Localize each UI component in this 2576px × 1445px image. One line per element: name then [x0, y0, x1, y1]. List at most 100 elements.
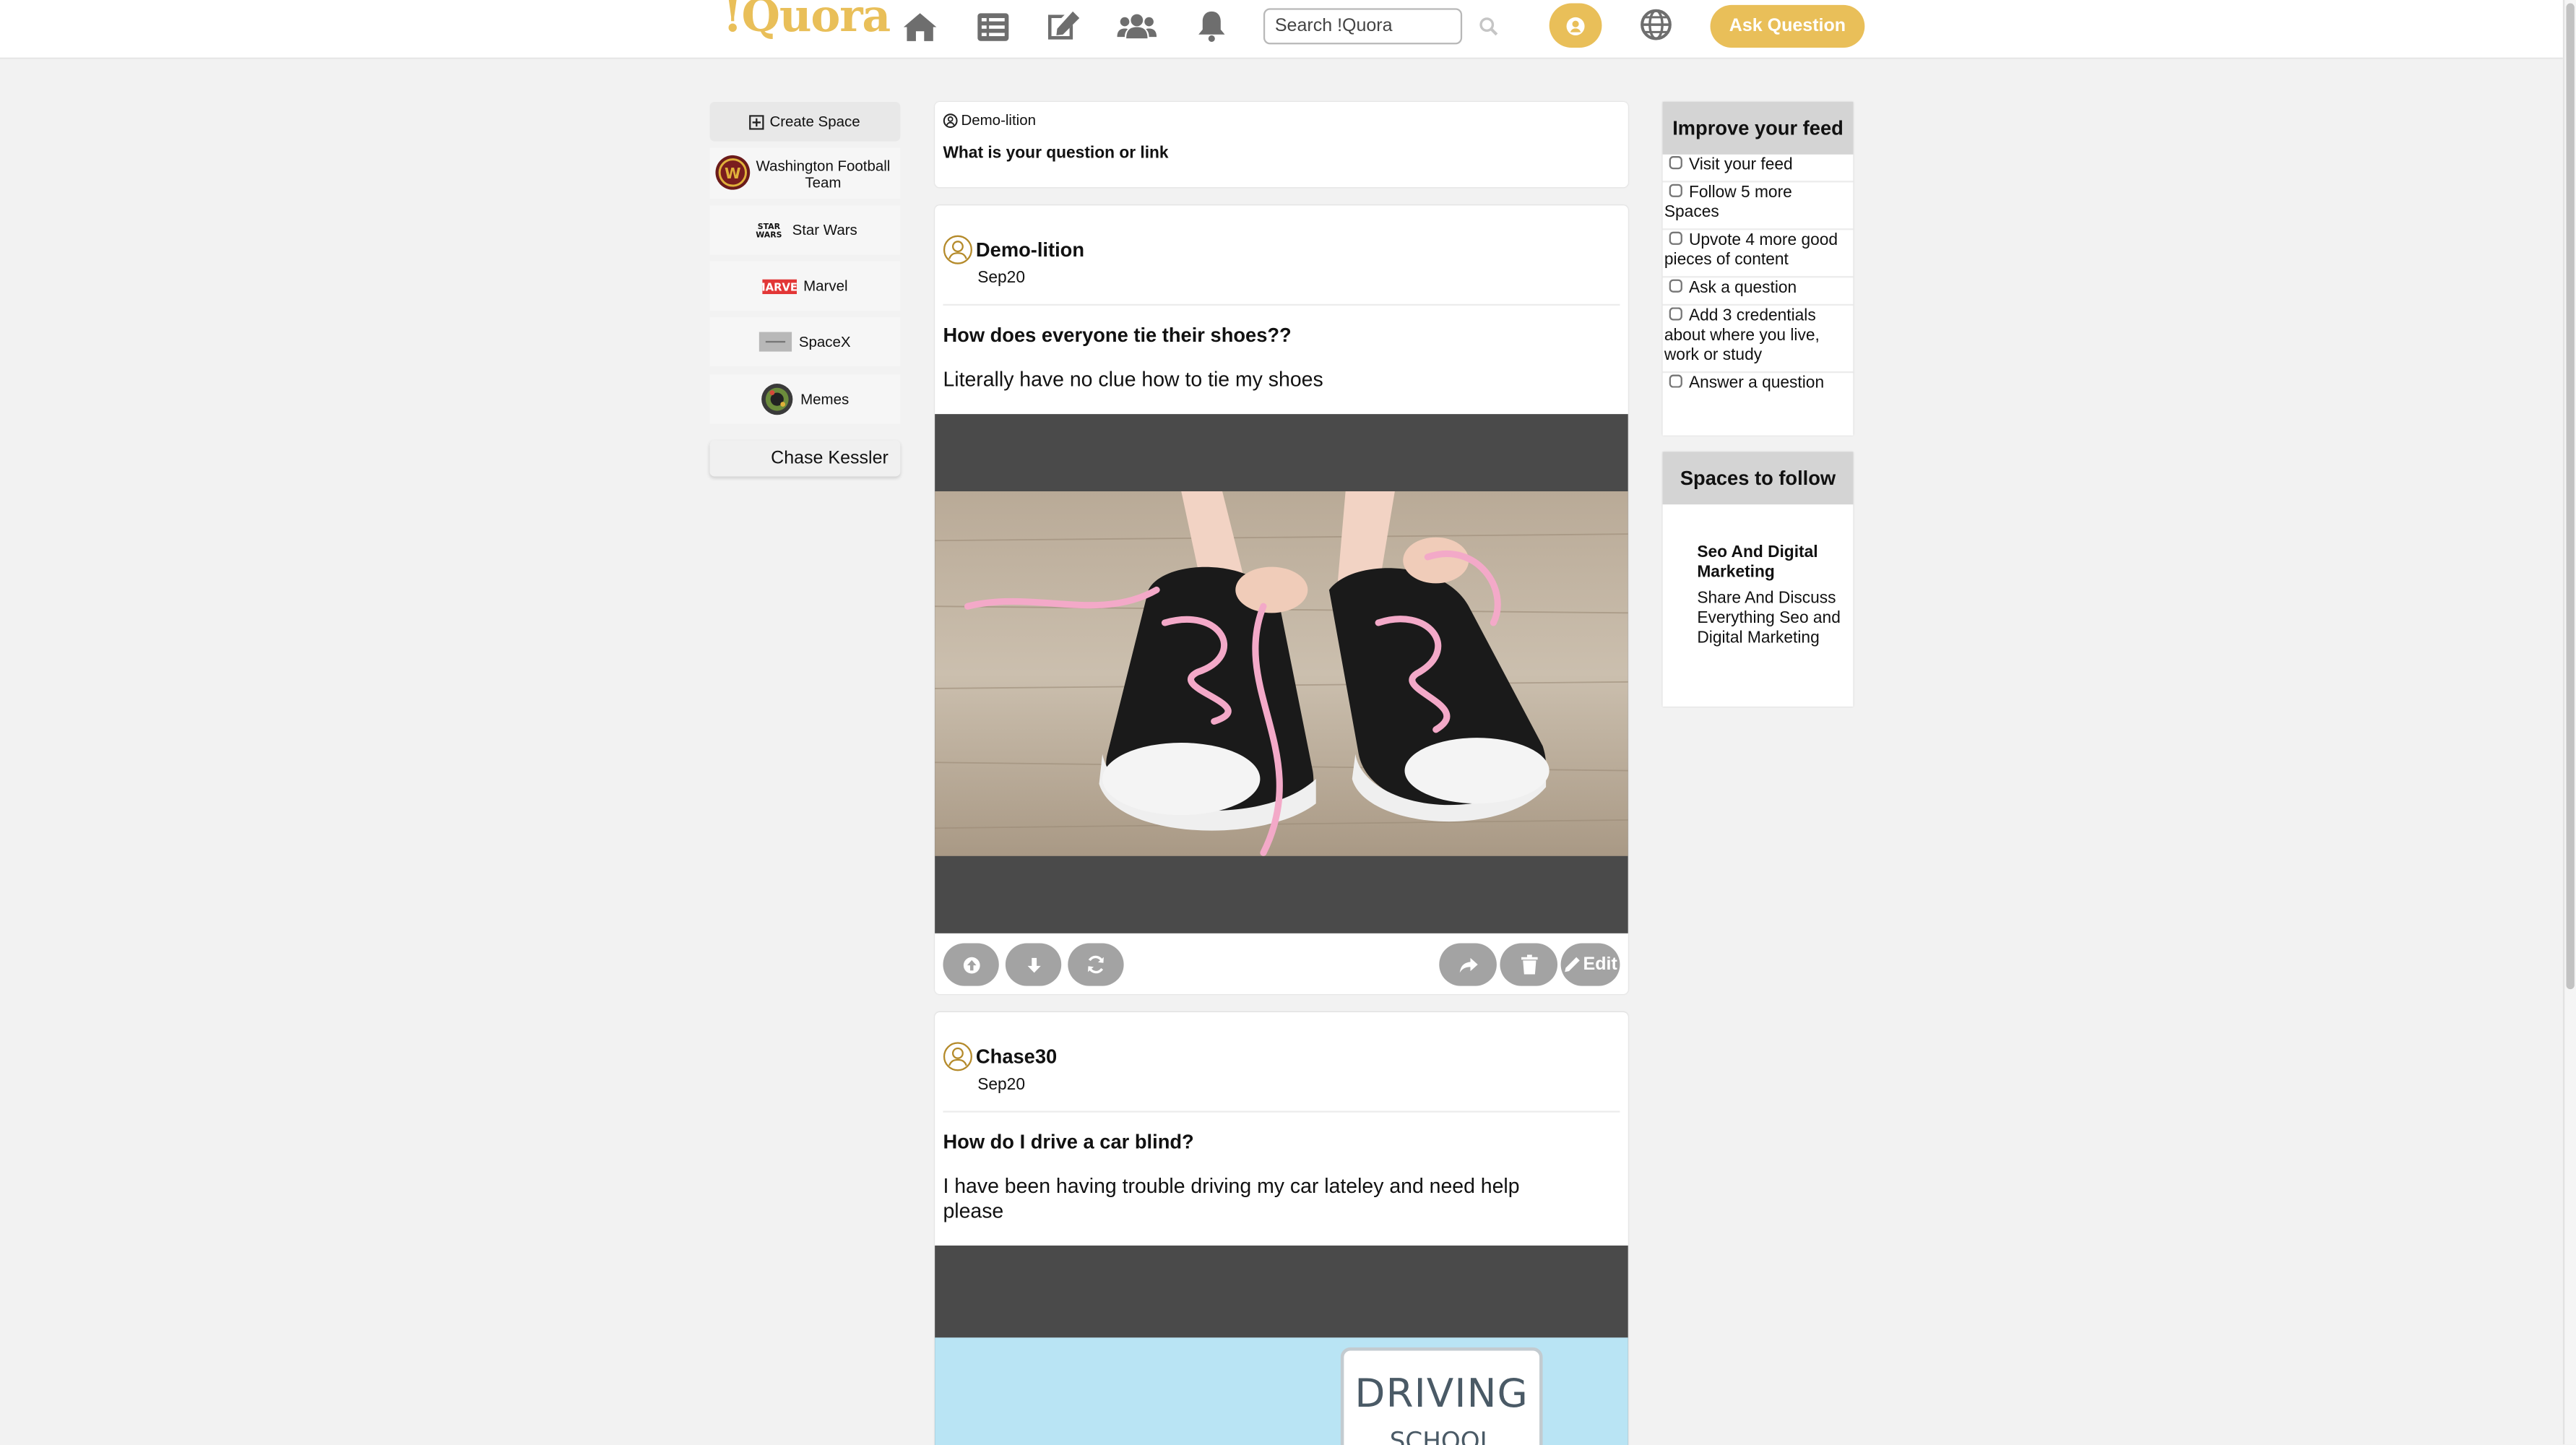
refresh-button[interactable]: [1068, 943, 1124, 986]
feed-task-item[interactable]: Follow 5 more Spaces: [1662, 182, 1854, 230]
spaces-to-follow-panel: Spaces to follow Seo And Digital Marketi…: [1662, 452, 1854, 707]
sidebar-item-label: SpaceX: [798, 333, 851, 350]
sidebar-item-star-wars[interactable]: STAR WARS Star Wars: [709, 205, 901, 255]
feed-task-checkbox[interactable]: [1669, 231, 1682, 245]
sneakers-photo: [935, 491, 1628, 856]
ask-box-username: Demo-lition: [961, 111, 1036, 129]
svg-text:WARS: WARS: [756, 230, 782, 238]
post-author[interactable]: Demo-lition: [976, 238, 1084, 262]
post-body: Literally have no clue how to tie my sho…: [943, 368, 1323, 392]
scrollbar-thumb[interactable]: [2566, 3, 2575, 990]
driving-school-image: DRIVING SCHOOL: [935, 1337, 1628, 1445]
feed-task-checkbox[interactable]: [1669, 184, 1682, 197]
profile-avatar-button[interactable]: [1549, 3, 1602, 48]
suggested-space-name[interactable]: Seo And Digital Marketing: [1697, 544, 1845, 584]
feed-task-label: Ask a question: [1688, 279, 1797, 298]
refresh-icon: [1088, 955, 1104, 974]
memes-logo-icon: [761, 384, 793, 415]
bell-icon[interactable]: [1191, 10, 1231, 43]
post-card: Chase30 Sep20 How do I drive a car blind…: [935, 1012, 1628, 1445]
feed-task-item[interactable]: Ask a question: [1662, 277, 1854, 306]
feed-task-label: Visit your feed: [1688, 156, 1793, 175]
improve-feed-panel: Improve your feed Visit your feed Follow…: [1662, 102, 1854, 436]
post-question[interactable]: How do I drive a car blind?: [943, 1131, 1193, 1154]
post-question[interactable]: How does everyone tie their shoes??: [943, 324, 1291, 347]
feed-task-item[interactable]: Upvote 4 more good pieces of content: [1662, 230, 1854, 278]
sidebar-item-spacex[interactable]: SpaceX: [709, 316, 901, 367]
plus-square-icon: [750, 114, 765, 129]
feed-task-checkbox[interactable]: [1669, 156, 1682, 170]
sidebar-item-label: Marvel: [803, 277, 848, 295]
user-avatar-icon[interactable]: [943, 235, 972, 264]
arrow-up-circle-icon: [962, 956, 980, 973]
feed-task-label: Upvote 4 more good pieces of content: [1664, 231, 1838, 269]
user-circle-icon: [943, 113, 958, 127]
sidebar-user-name[interactable]: Chase Kessler: [709, 440, 901, 477]
sidebar-item-washington[interactable]: W Washington Football Team: [709, 147, 901, 199]
post-card: Demo-lition Sep20 How does everyone tie …: [935, 205, 1628, 994]
globe-icon[interactable]: [1640, 8, 1672, 40]
spacex-logo-icon: [759, 332, 792, 352]
star-wars-logo-icon: STARWARS: [752, 222, 786, 238]
ask-question-button[interactable]: Ask Question: [1710, 4, 1865, 48]
arrow-down-icon: [1026, 957, 1040, 972]
feed-task-item[interactable]: Answer a question: [1663, 373, 1854, 399]
delete-button[interactable]: [1500, 943, 1558, 986]
marvel-logo-icon: MARVEL: [762, 278, 797, 293]
suggested-space-description: Share And Discuss Everything Seo and Dig…: [1697, 590, 1841, 648]
improve-feed-title: Improve your feed: [1662, 102, 1854, 155]
edit-icon[interactable]: [1043, 10, 1083, 43]
feed-task-label: Add 3 credentials about where you live, …: [1664, 307, 1820, 365]
app-logo[interactable]: !Quora: [723, 0, 891, 43]
sidebar-item-marvel[interactable]: MARVEL Marvel: [709, 261, 901, 311]
post-manage-actions: Edit: [1439, 943, 1620, 986]
sidebar-item-memes[interactable]: Memes: [709, 374, 901, 424]
post-media: DRIVING SCHOOL: [935, 1245, 1628, 1445]
trash-icon: [1520, 954, 1537, 975]
spaces-to-follow-title: Spaces to follow: [1662, 452, 1854, 505]
feed-task-label: Follow 5 more Spaces: [1664, 184, 1792, 223]
user-avatar-icon[interactable]: [943, 1042, 972, 1071]
feed-task-item[interactable]: Add 3 credentials about where you live, …: [1662, 306, 1854, 374]
search-input[interactable]: [1263, 8, 1463, 45]
home-icon[interactable]: [900, 10, 940, 43]
post-author[interactable]: Chase30: [976, 1045, 1057, 1068]
pencil-icon: [1564, 957, 1579, 972]
post-actions: Edit: [943, 943, 1620, 986]
sidebar-item-label: Washington Football Team: [756, 157, 891, 190]
ask-box-user: Demo-lition: [943, 111, 1036, 129]
driving-school-sign: DRIVING SCHOOL: [1340, 1347, 1543, 1445]
downvote-button[interactable]: [1005, 943, 1062, 986]
feed-task-checkbox[interactable]: [1669, 307, 1682, 321]
washington-logo-icon: W: [715, 155, 751, 190]
user-circle-icon: [1566, 16, 1585, 35]
search-icon[interactable]: [1479, 14, 1500, 36]
feed-task-label: Answer a question: [1688, 374, 1825, 393]
users-icon[interactable]: [1117, 10, 1157, 43]
post-date: Sep20: [977, 1076, 1025, 1095]
feed-task-checkbox[interactable]: [1669, 374, 1682, 388]
top-navbar: !Quora Ask Question: [0, 0, 2563, 59]
post-date: Sep20: [977, 269, 1025, 288]
vote-actions: [943, 943, 1124, 986]
post-header: Demo-lition: [943, 235, 1084, 264]
edit-button[interactable]: Edit: [1560, 943, 1620, 986]
post-body: I have been having trouble driving my ca…: [943, 1175, 1520, 1223]
share-button[interactable]: [1439, 943, 1497, 986]
ask-box-prompt[interactable]: What is your question or link: [943, 144, 1168, 163]
sign-text-school: SCHOOL: [1389, 1426, 1494, 1445]
page-scrollbar[interactable]: [2562, 0, 2576, 1445]
share-icon: [1458, 957, 1477, 972]
post-divider: [943, 1110, 1620, 1113]
ask-question-card[interactable]: Demo-lition What is your question or lin…: [935, 102, 1628, 188]
create-space-label: Create Space: [769, 113, 860, 130]
list-icon[interactable]: [972, 10, 1012, 43]
create-space-button[interactable]: Create Space: [709, 102, 901, 142]
post-divider: [943, 303, 1620, 306]
feed-task-checkbox[interactable]: [1669, 279, 1682, 293]
upvote-button[interactable]: [943, 943, 999, 986]
sidebar-item-label: Memes: [800, 391, 850, 408]
sidebar-item-label: Star Wars: [792, 222, 857, 238]
svg-text:MARVEL: MARVEL: [762, 280, 797, 293]
feed-task-item[interactable]: Visit your feed: [1662, 155, 1854, 183]
